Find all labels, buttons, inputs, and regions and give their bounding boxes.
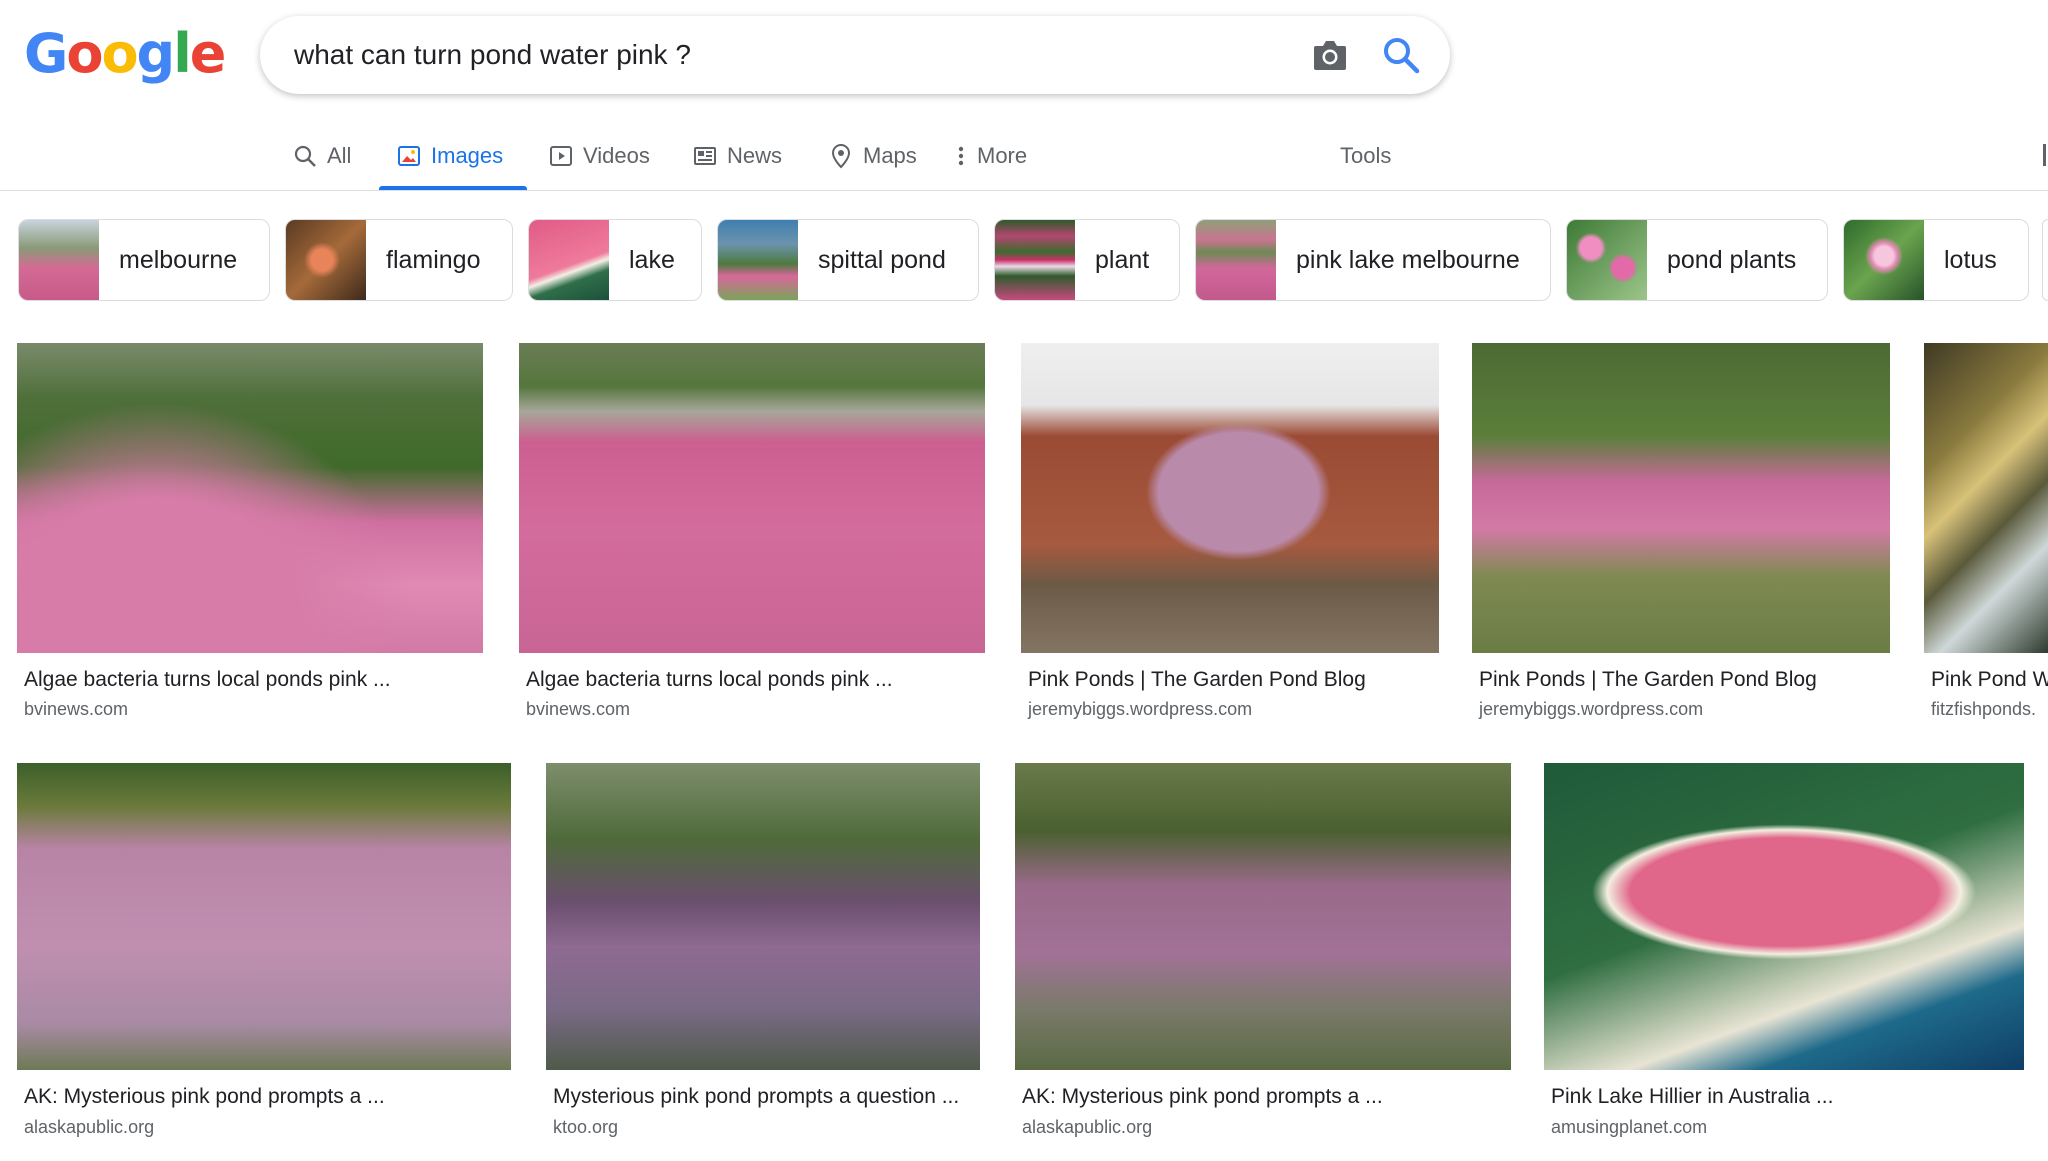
- result-title[interactable]: Pink Ponds | The Garden Pond Blog: [1479, 668, 1817, 692]
- image-result[interactable]: AK: Mysterious pink pond prompts a ... a…: [17, 763, 511, 1145]
- search-box[interactable]: what can turn pond water pink ?: [260, 16, 1450, 94]
- result-title[interactable]: Algae bacteria turns local ponds pink ..…: [526, 668, 893, 692]
- result-image: [1472, 343, 1890, 653]
- chip-pink-lake-melbourne[interactable]: pink lake melbourne: [1195, 219, 1551, 301]
- image-result[interactable]: Algae bacteria turns local ponds pink ..…: [519, 343, 985, 723]
- chip-thumbnail: [1844, 220, 1924, 300]
- chip-pond-plants[interactable]: pond plants: [1566, 219, 1828, 301]
- newspaper-icon: [694, 147, 716, 165]
- tab-images[interactable]: Images: [397, 136, 503, 176]
- result-site[interactable]: jeremybiggs.wordpress.com: [1028, 699, 1252, 720]
- search-icon[interactable]: [1382, 36, 1420, 74]
- result-image: [1015, 763, 1511, 1070]
- logo-letter: o: [101, 22, 138, 85]
- play-icon: [550, 146, 572, 166]
- scrollbar-edge: [2043, 144, 2046, 166]
- chip-overflow-edge: [2042, 219, 2048, 301]
- tab-label: All: [327, 143, 352, 168]
- result-title[interactable]: Pink Lake Hillier in Australia ...: [1551, 1085, 1833, 1109]
- tab-news[interactable]: News: [693, 136, 782, 176]
- tab-label: Videos: [583, 143, 650, 168]
- chip-thumbnail: [1567, 220, 1647, 300]
- tab-label: More: [977, 143, 1028, 168]
- more-vert-icon: [958, 146, 964, 166]
- image-result[interactable]: Pink Lake Hillier in Australia ... amusi…: [1544, 763, 2024, 1145]
- chip-label: melbourne: [119, 245, 238, 274]
- map-pin-icon: [831, 143, 851, 169]
- tools-label: Tools: [1340, 143, 1392, 168]
- logo-letter: o: [66, 22, 103, 85]
- chip-thumbnail: [286, 220, 366, 300]
- logo-letter: e: [189, 22, 227, 85]
- chip-label: pond plants: [1667, 245, 1797, 274]
- chip-thumbnail: [1196, 220, 1276, 300]
- chip-label: spittal pond: [818, 245, 946, 274]
- chip-thumbnail: [718, 220, 798, 300]
- image-icon: [398, 146, 420, 166]
- image-result[interactable]: AK: Mysterious pink pond prompts a ... a…: [1015, 763, 1511, 1145]
- result-image: [1544, 763, 2024, 1070]
- result-image: [17, 763, 511, 1070]
- chip-label: lake: [629, 245, 675, 274]
- result-image: [1021, 343, 1439, 653]
- chip-plant[interactable]: plant: [994, 219, 1180, 301]
- search-icon: [294, 145, 316, 167]
- chip-thumbnail: [529, 220, 609, 300]
- result-image: [546, 763, 980, 1070]
- result-site[interactable]: alaskapublic.org: [1022, 1117, 1152, 1138]
- logo-letter: G: [24, 22, 68, 85]
- tab-more[interactable]: More: [957, 136, 1027, 176]
- result-title[interactable]: AK: Mysterious pink pond prompts a ...: [24, 1085, 385, 1109]
- result-site[interactable]: bvinews.com: [526, 699, 630, 720]
- header-divider: [0, 190, 2048, 191]
- chip-label: pink lake melbourne: [1296, 245, 1520, 274]
- result-site[interactable]: jeremybiggs.wordpress.com: [1479, 699, 1703, 720]
- chip-thumbnail: [19, 220, 99, 300]
- tab-label: News: [727, 143, 783, 168]
- chip-flamingo[interactable]: flamingo: [285, 219, 513, 301]
- result-title[interactable]: Mysterious pink pond prompts a question …: [553, 1085, 959, 1109]
- image-result[interactable]: Algae bacteria turns local ponds pink ..…: [17, 343, 483, 723]
- result-site[interactable]: alaskapublic.org: [24, 1117, 154, 1138]
- tab-all[interactable]: All: [293, 136, 351, 176]
- image-result[interactable]: Pink Ponds | The Garden Pond Blog jeremy…: [1472, 343, 1890, 723]
- result-title[interactable]: Pink Ponds | The Garden Pond Blog: [1028, 668, 1366, 692]
- chip-melbourne[interactable]: melbourne: [18, 219, 270, 301]
- result-title[interactable]: Algae bacteria turns local ponds pink ..…: [24, 668, 391, 692]
- image-result[interactable]: Pink Ponds | The Garden Pond Blog jeremy…: [1021, 343, 1439, 723]
- chip-label: lotus: [1944, 245, 1997, 274]
- result-site[interactable]: bvinews.com: [24, 699, 128, 720]
- chip-spittal-pond[interactable]: spittal pond: [717, 219, 979, 301]
- tab-label: Images: [431, 143, 504, 168]
- tools-button[interactable]: Tools: [1340, 136, 1391, 176]
- result-image: [519, 343, 985, 653]
- result-image: [1924, 343, 2048, 653]
- result-title[interactable]: Pink Pond W: [1931, 668, 2048, 692]
- result-site[interactable]: ktoo.org: [553, 1117, 618, 1138]
- image-result[interactable]: Mysterious pink pond prompts a question …: [546, 763, 980, 1145]
- chip-label: plant: [1095, 245, 1150, 274]
- camera-icon[interactable]: [1312, 38, 1348, 72]
- search-input[interactable]: what can turn pond water pink ?: [294, 38, 691, 72]
- result-site[interactable]: fitzfishponds.: [1931, 699, 2036, 720]
- tab-label: Maps: [863, 143, 917, 168]
- chip-lake[interactable]: lake: [528, 219, 702, 301]
- logo-letter: g: [136, 22, 176, 85]
- logo-letter: l: [173, 22, 191, 85]
- chip-label: flamingo: [386, 245, 481, 274]
- search-tabs: All Images Videos News Maps More Tools: [0, 120, 2048, 190]
- result-image: [17, 343, 483, 653]
- image-result[interactable]: Pink Pond W fitzfishponds.: [1924, 343, 2048, 723]
- result-site[interactable]: amusingplanet.com: [1551, 1117, 1707, 1138]
- google-logo[interactable]: Google: [24, 22, 227, 86]
- chip-thumbnail: [995, 220, 1075, 300]
- chip-lotus[interactable]: lotus: [1843, 219, 2029, 301]
- tab-maps[interactable]: Maps: [829, 136, 917, 176]
- result-title[interactable]: AK: Mysterious pink pond prompts a ...: [1022, 1085, 1383, 1109]
- tab-videos[interactable]: Videos: [549, 136, 650, 176]
